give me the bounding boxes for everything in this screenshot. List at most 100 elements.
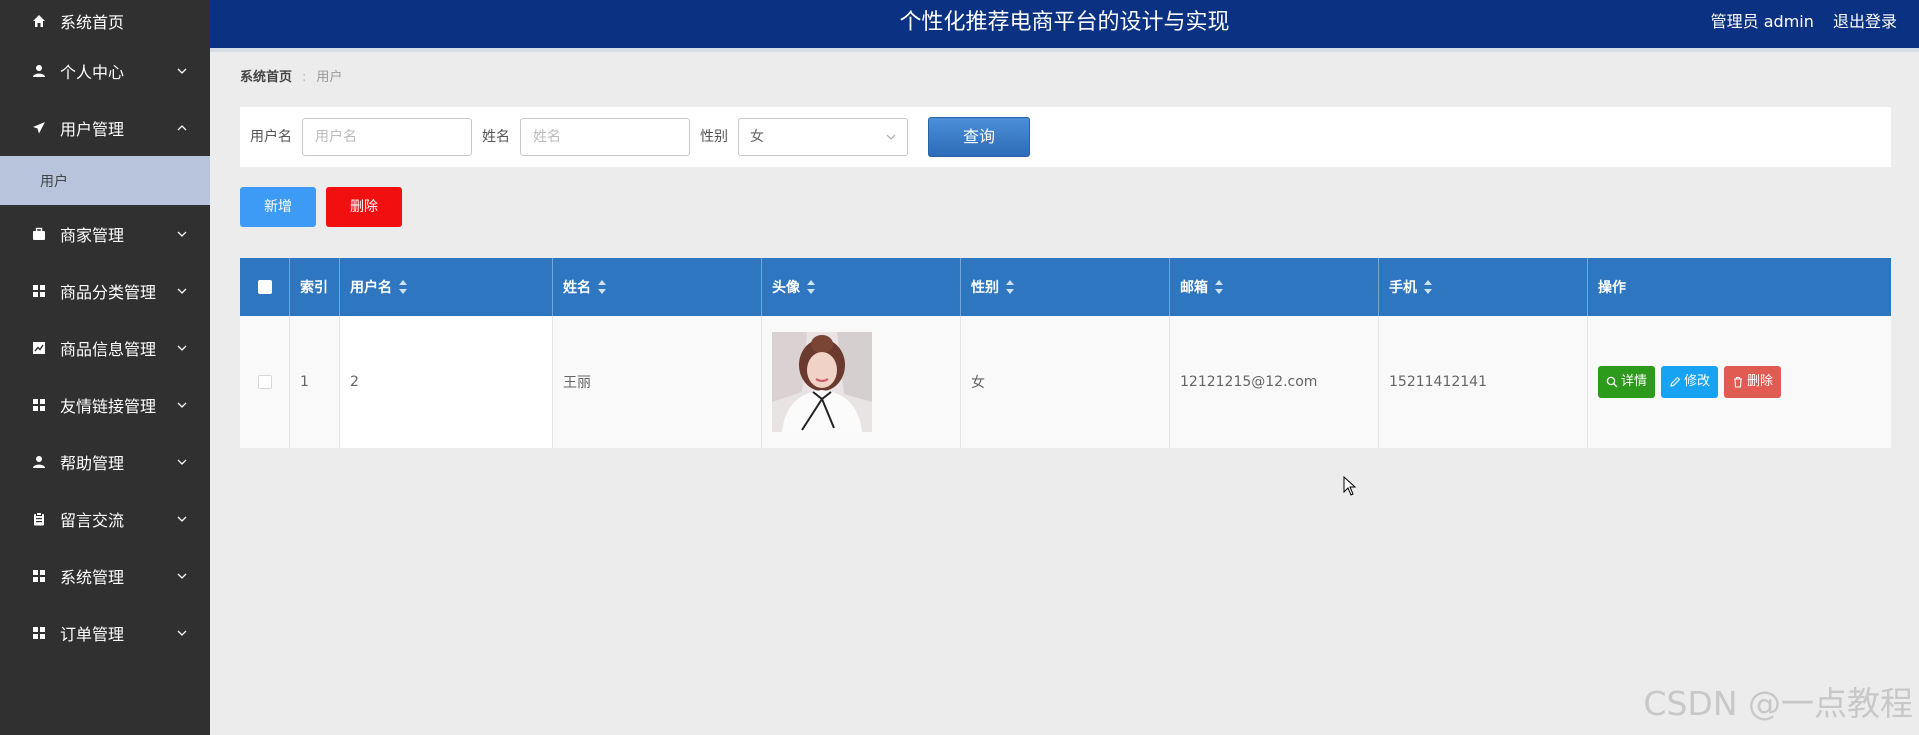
breadcrumb-current: 用户 bbox=[316, 70, 343, 85]
chevron-down-icon bbox=[177, 402, 187, 408]
header-index-label: 索引 bbox=[300, 280, 328, 296]
sidebar-subitem-users[interactable]: 用户 bbox=[0, 156, 210, 205]
watermark: CSDN @一点教程 bbox=[1643, 684, 1913, 723]
header-avatar[interactable]: 头像 bbox=[762, 258, 961, 316]
header-actions-label: 操作 bbox=[1598, 280, 1626, 296]
header-email[interactable]: 邮箱 bbox=[1170, 258, 1379, 316]
header-phone[interactable]: 手机 bbox=[1379, 258, 1588, 316]
sort-icon[interactable] bbox=[598, 280, 607, 294]
header-username[interactable]: 用户名 bbox=[340, 258, 553, 316]
cell-index: 1 bbox=[290, 316, 340, 448]
chevron-down-icon bbox=[886, 134, 896, 140]
name-label: 姓名 bbox=[482, 129, 510, 145]
sidebar-item-label: 系统管理 bbox=[60, 567, 125, 587]
sidebar-item-label: 留言交流 bbox=[60, 510, 125, 530]
sidebar-item-label: 友情链接管理 bbox=[60, 396, 157, 416]
grid-icon bbox=[31, 625, 47, 641]
user-icon bbox=[31, 63, 47, 79]
sort-icon[interactable] bbox=[1424, 280, 1433, 294]
cell-email: 12121215@12.com bbox=[1170, 316, 1379, 448]
user-table: 索引 用户名 姓名 头像 性别 邮箱 手机 操作 1 2 王丽 女 121212… bbox=[240, 258, 1891, 448]
chevron-down-icon bbox=[177, 68, 187, 74]
username-label: 用户名 bbox=[250, 129, 292, 145]
add-button[interactable]: 新增 bbox=[240, 187, 316, 227]
row-select-cell bbox=[240, 316, 290, 448]
chevron-down-icon bbox=[177, 288, 187, 294]
trash-icon bbox=[1734, 376, 1743, 388]
sort-icon[interactable] bbox=[1215, 280, 1224, 294]
sort-icon[interactable] bbox=[807, 280, 816, 294]
sidebar-item-label: 商品分类管理 bbox=[60, 282, 157, 302]
sidebar-item-system[interactable]: 系统管理 bbox=[0, 547, 210, 604]
breadcrumb-home[interactable]: 系统首页 bbox=[240, 70, 292, 85]
chevron-down-icon bbox=[177, 231, 187, 237]
header-username-label: 用户名 bbox=[350, 280, 392, 296]
username-input[interactable] bbox=[302, 118, 472, 156]
sidebar-item-user-management[interactable]: 用户管理 bbox=[0, 99, 210, 156]
sidebar-item-label: 个人中心 bbox=[60, 62, 125, 82]
top-header: 个性化推荐电商平台的设计与实现 管理员 admin 退出登录 bbox=[210, 0, 1919, 52]
row-checkbox[interactable] bbox=[257, 375, 272, 389]
sidebar-item-profile[interactable]: 个人中心 bbox=[0, 42, 210, 99]
cell-username: 2 bbox=[340, 316, 553, 448]
clipboard-icon bbox=[31, 511, 47, 527]
cell-phone: 15211412141 bbox=[1379, 316, 1588, 448]
cell-gender: 女 bbox=[961, 316, 1170, 448]
header-email-label: 邮箱 bbox=[1180, 280, 1208, 296]
sidebar-item-help[interactable]: 帮助管理 bbox=[0, 433, 210, 490]
edit-button[interactable]: 修改 bbox=[1661, 366, 1719, 398]
chevron-down-icon bbox=[177, 516, 187, 522]
header-actions: 操作 bbox=[1588, 258, 1891, 316]
header-index: 索引 bbox=[290, 258, 340, 316]
gender-select-value: 女 bbox=[750, 129, 764, 145]
avatar bbox=[772, 332, 872, 432]
grid-icon bbox=[31, 568, 47, 584]
select-all-checkbox[interactable] bbox=[257, 280, 272, 294]
header-gender[interactable]: 性别 bbox=[961, 258, 1170, 316]
row-delete-button[interactable]: 删除 bbox=[1724, 366, 1782, 398]
search-panel: 用户名 姓名 性别 女 查询 bbox=[240, 107, 1891, 167]
header-avatar-label: 头像 bbox=[772, 280, 800, 296]
sort-icon[interactable] bbox=[1006, 280, 1015, 294]
header-gender-label: 性别 bbox=[971, 280, 999, 296]
sidebar: 系统首页 个人中心 用户管理 用户 商家管理 商品分类管理 商品信息管理 友情链… bbox=[0, 0, 210, 735]
grid-icon bbox=[31, 397, 47, 413]
chevron-down-icon bbox=[177, 573, 187, 579]
send-icon bbox=[31, 120, 47, 136]
logout-link[interactable]: 退出登录 bbox=[1833, 12, 1897, 31]
home-icon bbox=[31, 13, 47, 29]
page-title: 个性化推荐电商平台的设计与实现 bbox=[899, 10, 1230, 35]
table-header: 索引 用户名 姓名 头像 性别 邮箱 手机 操作 bbox=[240, 258, 1891, 316]
header-name-label: 姓名 bbox=[563, 280, 591, 296]
batch-delete-button[interactable]: 删除 bbox=[326, 187, 402, 227]
grid-icon bbox=[31, 283, 47, 299]
header-user-area: 管理员 admin 退出登录 bbox=[1697, 0, 1897, 46]
header-name[interactable]: 姓名 bbox=[553, 258, 762, 316]
sidebar-item-orders[interactable]: 订单管理 bbox=[0, 604, 210, 661]
sidebar-item-links[interactable]: 友情链接管理 bbox=[0, 376, 210, 433]
cell-avatar bbox=[762, 316, 961, 448]
breadcrumb: 系统首页: 用户 bbox=[240, 66, 342, 85]
sidebar-item-product[interactable]: 商品信息管理 bbox=[0, 319, 210, 376]
name-input[interactable] bbox=[520, 118, 690, 156]
cell-name: 王丽 bbox=[553, 316, 762, 448]
sidebar-item-merchant[interactable]: 商家管理 bbox=[0, 205, 210, 262]
chart-icon bbox=[31, 340, 47, 356]
query-button[interactable]: 查询 bbox=[928, 117, 1030, 157]
sidebar-item-home[interactable]: 系统首页 bbox=[0, 0, 210, 42]
gender-select[interactable]: 女 bbox=[738, 118, 908, 156]
sidebar-item-label: 用户管理 bbox=[60, 119, 125, 139]
user-icon bbox=[31, 454, 47, 470]
pencil-icon bbox=[1670, 376, 1681, 387]
header-select-cell bbox=[240, 258, 290, 316]
sidebar-item-category[interactable]: 商品分类管理 bbox=[0, 262, 210, 319]
sidebar-item-label: 帮助管理 bbox=[60, 453, 125, 473]
chevron-down-icon bbox=[177, 630, 187, 636]
header-divider bbox=[210, 48, 1919, 52]
sidebar-item-messages[interactable]: 留言交流 bbox=[0, 490, 210, 547]
sort-icon[interactable] bbox=[399, 280, 408, 294]
detail-button[interactable]: 详情 bbox=[1598, 366, 1656, 398]
edit-button-label: 修改 bbox=[1684, 374, 1711, 389]
sidebar-item-label: 商品信息管理 bbox=[60, 339, 157, 359]
sidebar-item-label: 订单管理 bbox=[60, 624, 125, 644]
